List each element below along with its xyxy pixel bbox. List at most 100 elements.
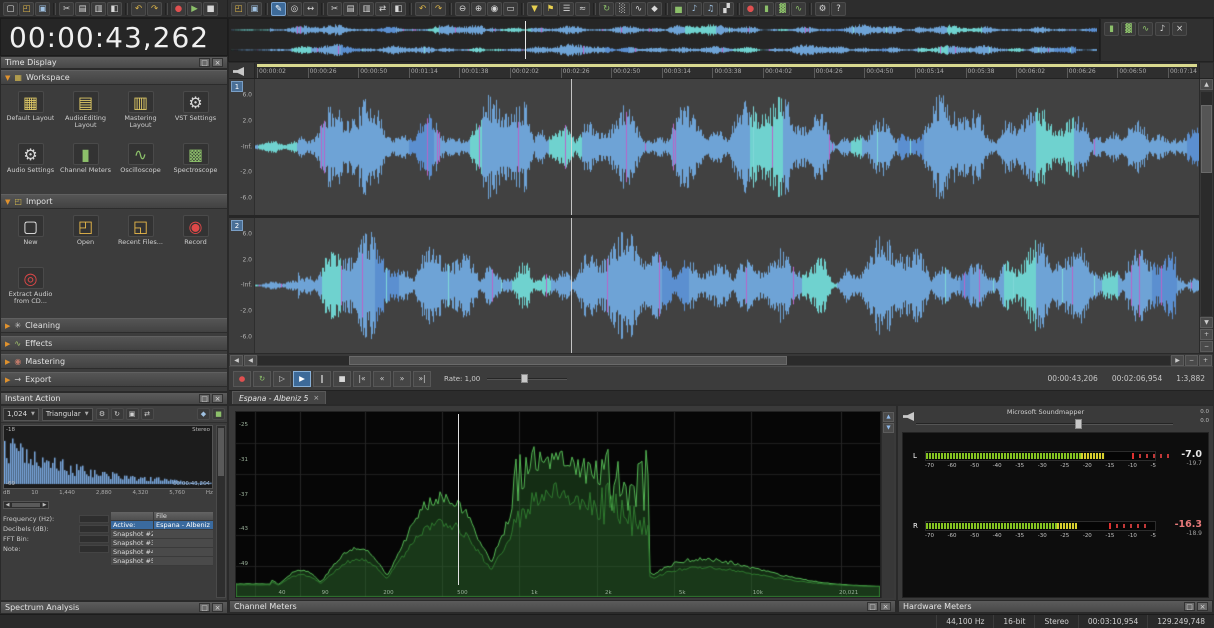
- paste-icon[interactable]: ▥: [359, 1, 374, 16]
- window-type-select[interactable]: Triangular ▼: [41, 407, 93, 421]
- lock-icon[interactable]: ◆: [647, 1, 662, 16]
- section-header-mastering[interactable]: ▶ ◉ Mastering: [1, 354, 227, 369]
- audio-settings-action[interactable]: ⚙ Audio Settings: [3, 140, 58, 192]
- channel-1-waveform[interactable]: [255, 79, 1199, 215]
- close-panel-button[interactable]: ×: [212, 394, 223, 403]
- dock-soundmapper-icon[interactable]: ♪: [1155, 22, 1170, 36]
- close-panel-button[interactable]: ×: [212, 58, 223, 67]
- loop-icon[interactable]: ↻: [599, 1, 614, 16]
- extract-audio-from-cd-action[interactable]: ◎ Extract Audio from CD...: [3, 264, 58, 316]
- rate-slider-handle[interactable]: [520, 374, 528, 383]
- zoom-in-button[interactable]: +: [1199, 354, 1212, 366]
- crossfade-icon[interactable]: ∿: [631, 1, 646, 16]
- open-media-icon[interactable]: ◰: [231, 1, 246, 16]
- play-all-button[interactable]: ▷: [273, 370, 291, 387]
- region-icon[interactable]: ⚑: [543, 1, 558, 16]
- command-list-icon[interactable]: ☰: [559, 1, 574, 16]
- table-row[interactable]: Snapshot #3:: [111, 539, 213, 548]
- scroll-right-button[interactable]: ▶: [1171, 354, 1184, 366]
- zoom-out-icon[interactable]: ⊖: [455, 1, 470, 16]
- spectroscope-action[interactable]: ▩ Spectroscope: [168, 140, 223, 192]
- restore-panel-button[interactable]: □: [867, 602, 878, 611]
- open-file-icon[interactable]: ◰: [19, 1, 34, 16]
- copy-icon[interactable]: ▤: [75, 1, 90, 16]
- scroll-left-button[interactable]: ◀: [230, 354, 243, 366]
- table-row[interactable]: Snapshot #4:: [111, 548, 213, 557]
- recent-files-action[interactable]: ◱ Recent Files...: [113, 212, 168, 264]
- cut-icon[interactable]: ✂: [327, 1, 342, 16]
- section-header-workspace[interactable]: ▼ ▦ Workspace: [1, 70, 227, 85]
- zoom-out-vertical-button[interactable]: −: [1200, 341, 1213, 352]
- overview-waveform-strip[interactable]: [228, 18, 1100, 62]
- cut-icon[interactable]: ✂: [59, 1, 74, 16]
- forward-button[interactable]: »: [393, 370, 411, 387]
- channel-2-waveform[interactable]: [255, 217, 1199, 353]
- channel-meters-action[interactable]: ▮ Channel Meters: [58, 140, 113, 192]
- spectrum-panel-scrollbar[interactable]: [216, 425, 226, 598]
- spectrum-icon[interactable]: ▓: [775, 1, 790, 16]
- edit-tool-icon[interactable]: ✎: [271, 1, 286, 16]
- zoom-out-button[interactable]: −: [1185, 354, 1198, 366]
- restore-panel-button[interactable]: □: [199, 394, 210, 403]
- section-header-effects[interactable]: ▶ ∿ Effects: [1, 336, 227, 351]
- reverb-icon[interactable]: ♫: [703, 1, 718, 16]
- redo-icon[interactable]: ↷: [147, 1, 162, 16]
- play-icon[interactable]: ▶: [187, 1, 202, 16]
- open-action[interactable]: ◰ Open: [58, 212, 113, 264]
- channel-meters-scrollbar[interactable]: ▲ ▼: [881, 411, 894, 598]
- redo-icon[interactable]: ↷: [431, 1, 446, 16]
- rewind-button[interactable]: «: [373, 370, 391, 387]
- level-meters-display[interactable]: L -70 -60 -50 -40 -35 -30 -25 -20 -15 -10 -5 R -70…: [902, 432, 1209, 598]
- auto-ripple-icon[interactable]: ░: [615, 1, 630, 16]
- section-header-cleaning[interactable]: ▶ ✳ Cleaning: [1, 318, 227, 333]
- zoom-selection-icon[interactable]: ◉: [487, 1, 502, 16]
- meters-scroll-down[interactable]: ▼: [883, 423, 894, 433]
- ruler-options-button[interactable]: [1199, 63, 1213, 78]
- section-header-import[interactable]: ▼ ◰ Import: [1, 194, 227, 209]
- sync-icon[interactable]: ⇄: [140, 408, 154, 420]
- restore-panel-button[interactable]: □: [199, 58, 210, 67]
- paste-icon[interactable]: ▥: [91, 1, 106, 16]
- play-button[interactable]: ▶: [293, 370, 311, 387]
- close-panel-button[interactable]: ×: [212, 603, 223, 612]
- save-as-icon[interactable]: ▣: [247, 1, 262, 16]
- plugin-chain-icon[interactable]: ♪: [687, 1, 702, 16]
- go-to-start-button[interactable]: |«: [353, 370, 371, 387]
- undo-icon[interactable]: ↶: [131, 1, 146, 16]
- normalize-icon[interactable]: ▅: [671, 1, 686, 16]
- record-remote-icon[interactable]: ●: [743, 1, 758, 16]
- rate-slider[interactable]: [487, 374, 568, 383]
- section-header-export[interactable]: ▶ → Export: [1, 372, 227, 387]
- restore-panel-button[interactable]: □: [1184, 602, 1195, 611]
- record-icon[interactable]: ●: [171, 1, 186, 16]
- loop-region-bar[interactable]: [257, 64, 1197, 67]
- snap-icon[interactable]: ≈: [575, 1, 590, 16]
- new-file-icon[interactable]: ▢: [3, 1, 18, 16]
- preferences-icon[interactable]: ⚙: [815, 1, 830, 16]
- scroll-right-icon[interactable]: ▶: [41, 502, 48, 508]
- table-row[interactable]: Snapshot #5:: [111, 557, 213, 566]
- pin-icon[interactable]: ◆: [197, 408, 210, 420]
- zoom-window-icon[interactable]: ▭: [503, 1, 518, 16]
- statistics-icon[interactable]: ▞: [719, 1, 734, 16]
- fft-size-select[interactable]: 1,024 ▼: [3, 407, 39, 421]
- spectrum-mini-scrollbar[interactable]: ◀ ▶: [3, 501, 49, 509]
- output-volume-handle[interactable]: [1075, 419, 1083, 429]
- refresh-icon[interactable]: ↻: [110, 408, 124, 420]
- scroll-left-page-button[interactable]: ◀: [244, 354, 257, 366]
- undo-icon[interactable]: ↶: [415, 1, 430, 16]
- zoom-in-vertical-button[interactable]: +: [1200, 329, 1213, 340]
- horizontal-scrollbar[interactable]: ◀ ◀ ▶ − +: [229, 353, 1213, 366]
- magnify-tool-icon[interactable]: ◎: [287, 1, 302, 16]
- vst-settings-action[interactable]: ⚙ VST Settings: [168, 88, 223, 140]
- dock-scope-icon[interactable]: ∿: [1138, 22, 1153, 36]
- stop-icon[interactable]: ■: [203, 1, 218, 16]
- record-action[interactable]: ◉ Record: [168, 212, 223, 264]
- scroll-up-button[interactable]: ▲: [1200, 79, 1213, 90]
- go-to-end-button[interactable]: »|: [413, 370, 431, 387]
- tab-espana-albeniz[interactable]: Espana - Albeniz 5 ×: [232, 391, 327, 404]
- audioediting-layout-action[interactable]: ▤ AudioEditing Layout: [58, 88, 113, 140]
- snapshot-icon[interactable]: ▣: [125, 408, 139, 420]
- trim-icon[interactable]: ◧: [107, 1, 122, 16]
- tab-close-icon[interactable]: ×: [313, 394, 319, 402]
